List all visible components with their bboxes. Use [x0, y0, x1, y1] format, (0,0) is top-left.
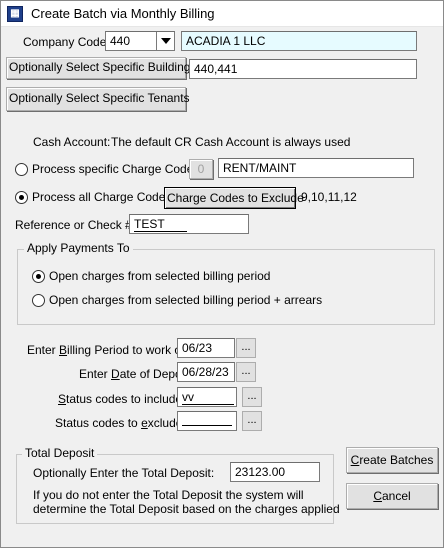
dialog-window: ▦ Create Batch via Monthly Billing Compa… [0, 0, 444, 548]
window-title: Create Batch via Monthly Billing [31, 6, 215, 21]
cancel-button[interactable]: Cancel [346, 483, 438, 509]
select-buildings-button[interactable]: Optionally Select Specific Buildings [6, 57, 196, 79]
status-include-value: vv [182, 390, 234, 405]
company-code-combo[interactable]: 440 [105, 31, 175, 51]
open-charges-period-radio[interactable] [32, 270, 45, 283]
chevron-down-icon[interactable] [156, 32, 174, 50]
open-charges-arrears-radio[interactable] [32, 294, 45, 307]
cash-account-label: Cash Account: [33, 135, 111, 149]
all-charge-codes-radio[interactable] [15, 191, 28, 204]
company-code-value: 440 [110, 34, 131, 48]
specific-charge-code-radio[interactable] [15, 163, 28, 176]
title-bar: ▦ Create Batch via Monthly Billing [1, 1, 443, 27]
apply-payments-group [17, 249, 435, 325]
open-charges-period-label: Open charges from selected billing perio… [49, 269, 271, 283]
all-charge-codes-label: Process all Charge Codes [32, 190, 172, 204]
reference-field[interactable]: TEST [129, 214, 249, 234]
status-include-label: Status codes to include: [58, 392, 186, 406]
billing-period-field[interactable]: 06/23 [177, 338, 235, 358]
status-exclude-value [182, 414, 232, 426]
buildings-field[interactable]: 440,441 [189, 59, 417, 79]
apply-payments-title: Apply Payments To [24, 241, 133, 255]
billing-period-label: Enter Billing Period to work on: [27, 343, 192, 357]
excluded-codes-text: 9,10,11,12 [301, 190, 357, 204]
status-include-picker-button[interactable]: ... [242, 387, 262, 407]
total-deposit-note-2: determine the Total Deposit based on the… [33, 502, 340, 516]
billing-period-picker-button[interactable]: ... [236, 338, 256, 358]
charge-codes-exclude-button[interactable]: Charge Codes to Exclude [164, 187, 304, 209]
reference-value: TEST [134, 217, 187, 232]
specific-charge-code-field[interactable]: RENT/MAINT [218, 158, 414, 178]
create-batches-button[interactable]: Create Batches [346, 447, 438, 473]
total-deposit-note-1: If you do not enter the Total Deposit th… [33, 488, 304, 502]
open-charges-arrears-label: Open charges from selected billing perio… [49, 293, 323, 307]
total-deposit-field[interactable]: 23123.00 [230, 462, 320, 482]
total-deposit-title: Total Deposit [22, 446, 98, 460]
reference-label: Reference or Check # [15, 218, 132, 232]
company-code-label: Company Code: [23, 35, 110, 49]
select-tenants-button[interactable]: Optionally Select Specific Tenants [6, 87, 190, 111]
charge-code-picker-button[interactable]: 0 [189, 159, 213, 179]
specific-charge-code-label: Process specific Charge Code: [32, 162, 197, 176]
deposit-date-field[interactable]: 06/28/23 [177, 362, 235, 382]
status-exclude-field[interactable] [177, 411, 237, 431]
deposit-date-picker-button[interactable]: ... [236, 362, 256, 382]
total-deposit-label: Optionally Enter the Total Deposit: [33, 466, 215, 480]
app-icon: ▦ [7, 6, 23, 22]
company-name-field[interactable]: ACADIA 1 LLC [181, 31, 417, 51]
status-exclude-picker-button[interactable]: ... [242, 411, 262, 431]
status-exclude-label: Status codes to exclude: [55, 416, 186, 430]
status-include-field[interactable]: vv [177, 387, 237, 407]
cash-account-text: The default CR Cash Account is always us… [111, 135, 351, 149]
